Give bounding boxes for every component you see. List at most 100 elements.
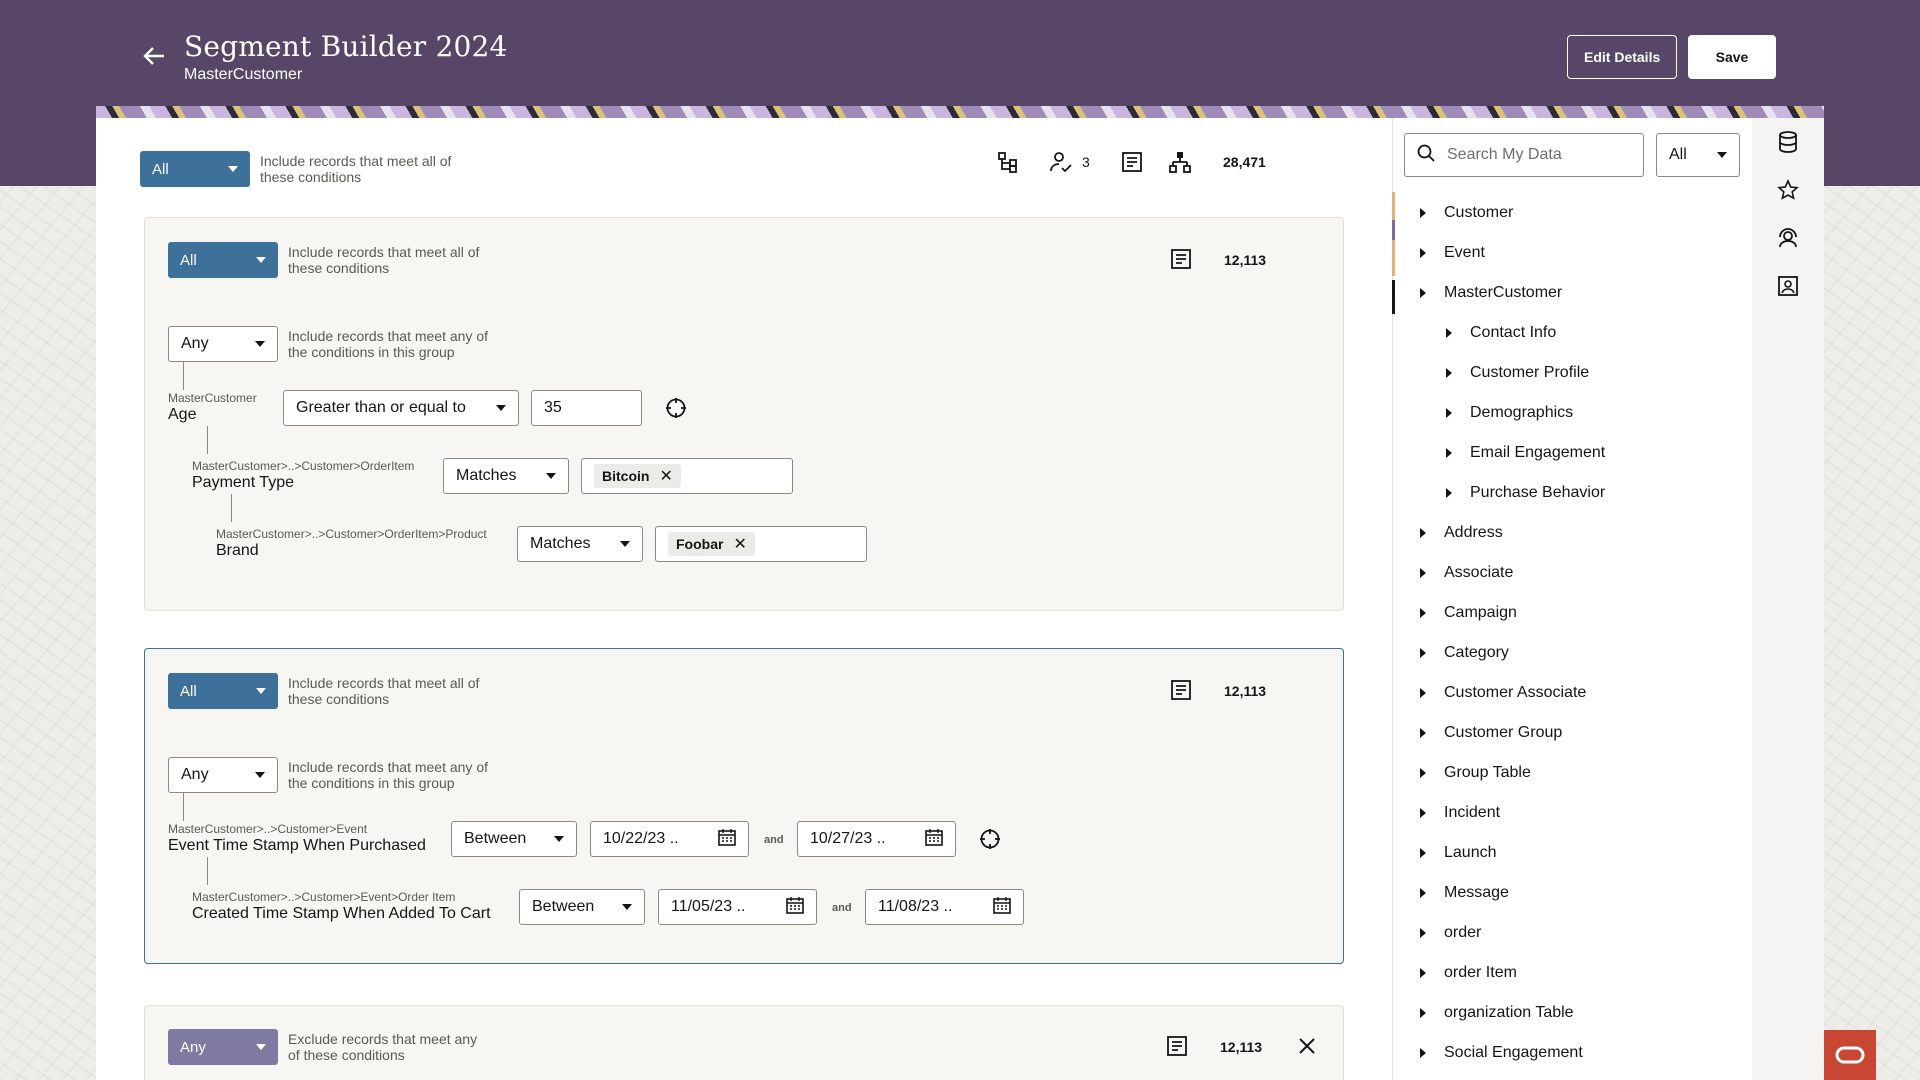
operator-select[interactable]: Matches xyxy=(517,526,643,562)
tree-item[interactable]: Contact Info xyxy=(1446,324,1556,342)
tree-item[interactable]: Category xyxy=(1420,644,1509,662)
tree-item[interactable]: Social Engagement xyxy=(1420,1044,1583,1062)
operator-select[interactable]: Greater than or equal to xyxy=(283,390,519,426)
search-placeholder: Search My Data xyxy=(1447,146,1562,163)
calendar-icon[interactable] xyxy=(993,896,1011,919)
user-check-icon[interactable] xyxy=(1048,150,1074,174)
tree-connector xyxy=(231,494,232,522)
group-1-mode-select[interactable]: All xyxy=(168,242,278,278)
tree-item[interactable]: Customer Profile xyxy=(1446,364,1589,382)
tree-item[interactable]: Campaign xyxy=(1420,604,1517,622)
expand-triangle-icon[interactable] xyxy=(1420,248,1426,258)
value-input[interactable]: 35 xyxy=(531,390,642,426)
tree-item[interactable]: Message xyxy=(1420,884,1509,902)
tree-item-label: Campaign xyxy=(1444,604,1517,621)
calendar-icon[interactable] xyxy=(925,828,943,851)
chip-input[interactable]: Foobar ✕ xyxy=(655,526,867,562)
top-mode-select[interactable]: All xyxy=(140,151,250,187)
expand-triangle-icon[interactable] xyxy=(1420,688,1426,698)
tree-item[interactable]: Demographics xyxy=(1446,404,1573,422)
org-chart-icon[interactable] xyxy=(1168,150,1192,174)
profile-card-icon[interactable] xyxy=(1776,274,1800,298)
tree-item[interactable]: Incident xyxy=(1420,804,1500,822)
expand-triangle-icon[interactable] xyxy=(1420,528,1426,538)
expand-triangle-icon[interactable] xyxy=(1420,608,1426,618)
search-input[interactable]: Search My Data xyxy=(1404,133,1644,177)
target-icon[interactable] xyxy=(664,396,688,420)
report-icon[interactable] xyxy=(1170,679,1192,701)
tree-item[interactable]: MasterCustomer xyxy=(1420,284,1562,302)
operator-select[interactable]: Between xyxy=(519,889,645,925)
tree-item[interactable]: order Item xyxy=(1420,964,1517,982)
group-2-mode-select[interactable]: All xyxy=(168,673,278,709)
expand-triangle-icon[interactable] xyxy=(1420,648,1426,658)
expand-triangle-icon[interactable] xyxy=(1420,968,1426,978)
expand-triangle-icon[interactable] xyxy=(1420,1008,1426,1018)
report-icon[interactable] xyxy=(1166,1035,1188,1057)
expand-triangle-icon[interactable] xyxy=(1446,448,1452,458)
star-icon[interactable] xyxy=(1776,178,1800,202)
expand-triangle-icon[interactable] xyxy=(1446,488,1452,498)
group-1-subgroup-select[interactable]: Any xyxy=(168,326,278,362)
expand-triangle-icon[interactable] xyxy=(1420,928,1426,938)
report-icon[interactable] xyxy=(1170,248,1192,270)
tree-item[interactable]: organization Table xyxy=(1420,1004,1574,1022)
save-button[interactable]: Save xyxy=(1688,35,1776,79)
expand-triangle-icon[interactable] xyxy=(1446,408,1452,418)
tree-item[interactable]: order xyxy=(1420,924,1481,942)
tree-item[interactable]: Customer Associate xyxy=(1420,684,1586,702)
operator-select[interactable]: Between xyxy=(451,821,577,857)
operator-select[interactable]: Matches xyxy=(443,458,569,494)
close-icon[interactable]: ✕ xyxy=(733,534,746,554)
expand-triangle-icon[interactable] xyxy=(1420,848,1426,858)
calendar-icon[interactable] xyxy=(718,828,736,851)
tree-item-label: Associate xyxy=(1444,564,1514,581)
end-date-input[interactable]: 10/27/23 .. xyxy=(797,821,956,857)
expand-triangle-icon[interactable] xyxy=(1420,568,1426,578)
group-1-mode-value: All xyxy=(180,251,197,269)
calendar-icon[interactable] xyxy=(786,896,804,919)
close-icon[interactable] xyxy=(1296,1035,1318,1057)
date-value: 11/05/23 .. xyxy=(671,898,746,915)
tree-item[interactable]: Associate xyxy=(1420,564,1513,582)
tree-item-label: Group Table xyxy=(1444,764,1531,781)
operator-value: Between xyxy=(464,830,527,847)
tree-item[interactable]: Purchase Behavior xyxy=(1446,484,1605,502)
group-3-mode-select[interactable]: Any xyxy=(168,1029,278,1065)
tree-item[interactable]: Event xyxy=(1420,244,1485,262)
report-icon[interactable] xyxy=(1120,150,1144,174)
expand-triangle-icon[interactable] xyxy=(1420,728,1426,738)
back-arrow-icon[interactable] xyxy=(140,42,172,74)
expand-triangle-icon[interactable] xyxy=(1420,288,1426,298)
data-filter-select[interactable]: All xyxy=(1656,133,1740,177)
hierarchy-icon[interactable] xyxy=(996,150,1020,174)
tree-item[interactable]: Customer xyxy=(1420,204,1513,222)
oracle-assistant-button[interactable] xyxy=(1824,1030,1876,1080)
expand-triangle-icon[interactable] xyxy=(1446,368,1452,378)
target-icon[interactable] xyxy=(978,827,1002,851)
tree-item-label: Social Engagement xyxy=(1444,1044,1583,1061)
expand-triangle-icon[interactable] xyxy=(1420,208,1426,218)
end-date-input[interactable]: 11/08/23 .. xyxy=(865,889,1024,925)
tree-item[interactable]: Launch xyxy=(1420,844,1497,862)
edit-details-button[interactable]: Edit Details xyxy=(1567,35,1678,79)
total-count: 28,471 xyxy=(1223,154,1266,170)
database-icon[interactable] xyxy=(1776,130,1800,154)
tree-item[interactable]: Customer Group xyxy=(1420,724,1562,742)
tree-item[interactable]: Group Table xyxy=(1420,764,1531,782)
expand-triangle-icon[interactable] xyxy=(1420,1048,1426,1058)
expand-triangle-icon[interactable] xyxy=(1420,888,1426,898)
close-icon[interactable]: ✕ xyxy=(659,466,672,486)
filter-value: All xyxy=(1669,146,1687,163)
start-date-input[interactable]: 11/05/23 .. xyxy=(658,889,817,925)
expand-triangle-icon[interactable] xyxy=(1420,768,1426,778)
chip-input[interactable]: Bitcoin ✕ xyxy=(581,458,793,494)
tree-item[interactable]: Address xyxy=(1420,524,1503,542)
expand-triangle-icon[interactable] xyxy=(1420,808,1426,818)
support-agent-icon[interactable] xyxy=(1776,226,1800,250)
expand-triangle-icon[interactable] xyxy=(1446,328,1452,338)
group-2-subgroup-select[interactable]: Any xyxy=(168,757,278,793)
tree-item[interactable]: Email Engagement xyxy=(1446,444,1605,462)
start-date-input[interactable]: 10/22/23 .. xyxy=(590,821,749,857)
search-icon xyxy=(1417,144,1435,167)
